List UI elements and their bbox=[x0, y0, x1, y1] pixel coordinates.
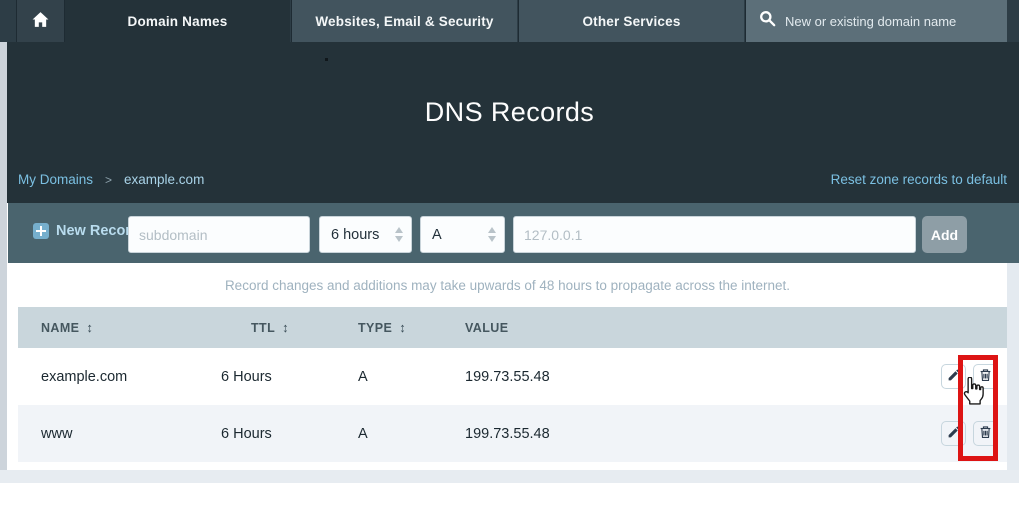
tab-domain-names[interactable]: Domain Names bbox=[64, 0, 290, 42]
page-title: DNS Records bbox=[0, 97, 1019, 128]
column-header-type[interactable]: TYPE ↕ bbox=[358, 307, 406, 348]
add-record-button[interactable]: Add bbox=[922, 216, 967, 253]
column-header-value: VALUE bbox=[465, 307, 508, 348]
page-right-gutter bbox=[1007, 263, 1019, 470]
record-ttl: 6 Hours bbox=[221, 348, 272, 405]
tab-other-services[interactable]: Other Services bbox=[518, 0, 744, 42]
plus-icon bbox=[33, 223, 49, 239]
record-type: A bbox=[358, 348, 368, 405]
record-value-input[interactable] bbox=[513, 216, 916, 253]
record-type-select[interactable]: A bbox=[420, 216, 505, 253]
screen-artifact-dot bbox=[325, 58, 328, 61]
home-icon bbox=[31, 11, 50, 31]
sort-icon[interactable]: ↕ bbox=[282, 320, 289, 335]
ttl-select-value: 6 hours bbox=[331, 227, 395, 243]
record-ttl: 6 Hours bbox=[221, 405, 272, 462]
record-type-select-value: A bbox=[432, 227, 488, 243]
dns-records-page: Domain Names Websites, Email & Security … bbox=[0, 0, 1019, 518]
trash-icon bbox=[979, 368, 992, 385]
column-header-name[interactable]: NAME ↕ bbox=[41, 307, 93, 348]
hero-section: DNS Records My Domains > example.com Res… bbox=[0, 42, 1019, 203]
table-row: example.com 6 Hours A 199.73.55.48 bbox=[18, 348, 1007, 405]
stepper-arrows-icon[interactable] bbox=[395, 227, 403, 242]
pencil-icon bbox=[947, 369, 960, 385]
edit-record-button[interactable] bbox=[941, 421, 966, 446]
subdomain-input[interactable] bbox=[128, 216, 310, 253]
breadcrumb-current-domain[interactable]: example.com bbox=[124, 172, 204, 187]
sort-icon[interactable]: ↕ bbox=[86, 320, 93, 335]
trash-icon bbox=[979, 425, 992, 442]
column-header-ttl[interactable]: TTL ↕ bbox=[251, 307, 289, 348]
sort-icon[interactable]: ↕ bbox=[399, 320, 406, 335]
record-value: 199.73.55.48 bbox=[465, 405, 550, 462]
breadcrumb-separator: > bbox=[105, 173, 112, 187]
edit-record-button[interactable] bbox=[941, 364, 966, 389]
table-header: NAME ↕ TTL ↕ TYPE ↕ VALUE bbox=[18, 307, 1007, 348]
tab-websites-label: Websites, Email & Security bbox=[315, 14, 493, 29]
pencil-icon bbox=[947, 426, 960, 442]
home-tab[interactable] bbox=[16, 0, 64, 42]
record-name: www bbox=[41, 405, 72, 462]
search-icon bbox=[759, 10, 776, 32]
tab-websites-email-security[interactable]: Websites, Email & Security bbox=[291, 0, 517, 42]
ttl-select[interactable]: 6 hours bbox=[319, 216, 412, 253]
domain-search-box[interactable] bbox=[745, 0, 1007, 42]
record-name: example.com bbox=[41, 348, 127, 405]
new-record-button[interactable]: New Record bbox=[26, 223, 140, 239]
delete-record-button[interactable] bbox=[973, 421, 998, 446]
tab-other-services-label: Other Services bbox=[582, 14, 680, 29]
record-type: A bbox=[358, 405, 368, 462]
tab-domain-names-label: Domain Names bbox=[128, 14, 228, 29]
propagation-notice: Record changes and additions may take up… bbox=[8, 278, 1007, 293]
top-navbar: Domain Names Websites, Email & Security … bbox=[0, 0, 1019, 42]
new-record-bar: New Record 6 hours A Add bbox=[8, 203, 1019, 263]
record-value: 199.73.55.48 bbox=[465, 348, 550, 405]
domain-search-input[interactable] bbox=[785, 14, 995, 29]
window-left-edge bbox=[0, 42, 7, 470]
delete-record-button[interactable] bbox=[973, 364, 998, 389]
records-section: Record changes and additions may take up… bbox=[8, 263, 1007, 470]
table-row: www 6 Hours A 199.73.55.48 bbox=[18, 405, 1007, 462]
breadcrumb: My Domains > example.com Reset zone reco… bbox=[18, 172, 1007, 187]
reset-zone-records-link[interactable]: Reset zone records to default bbox=[831, 172, 1007, 187]
stepper-arrows-icon[interactable] bbox=[488, 227, 496, 242]
page-bottom-band bbox=[0, 470, 1019, 483]
breadcrumb-my-domains[interactable]: My Domains bbox=[18, 172, 93, 187]
